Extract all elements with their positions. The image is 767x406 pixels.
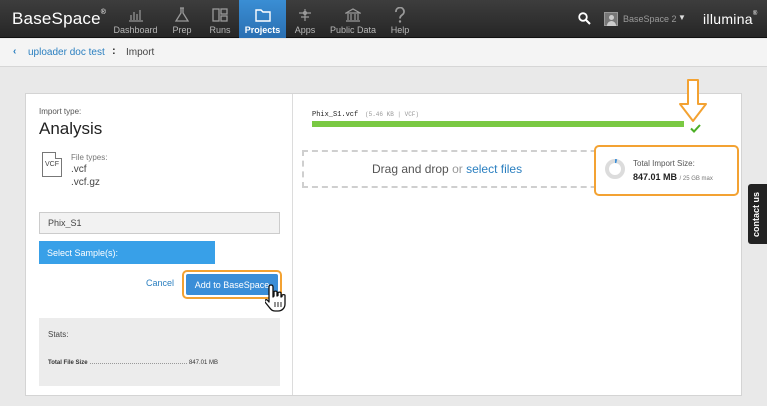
illumina-logo: illumina® <box>703 11 758 27</box>
uploaded-file-name: Phix_S1.vcf <box>312 111 359 119</box>
main-nav: Dashboard Prep Runs Projects Apps Public… <box>108 0 418 38</box>
import-form: Import type: Analysis VCF File types: .v… <box>26 94 293 395</box>
file-type-vcf-gz: .vcf.gz <box>71 177 100 188</box>
import-size-box: Total Import Size: 847.01 MB / 25 GB max <box>594 145 739 196</box>
import-type-label: Import type: <box>39 107 82 116</box>
stats-box: Stats: Total File Size 847.01 MB <box>39 318 280 386</box>
total-file-size-label: Total File Size <box>48 360 88 366</box>
import-panel: Import type: Analysis VCF File types: .v… <box>25 79 742 396</box>
nav-public-data[interactable]: Public Data <box>324 0 382 38</box>
help-icon <box>391 7 409 23</box>
dotted-leader <box>89 360 187 364</box>
drop-zone-text: Drag and drop or select files <box>372 162 523 176</box>
check-icon <box>690 120 701 138</box>
cancel-button[interactable]: Cancel <box>146 278 174 288</box>
uploaded-file-meta: (5.46 KB | VCF) <box>365 111 420 118</box>
import-size-value: 847.01 MB <box>633 172 678 182</box>
back-chevron-icon[interactable]: ‹ <box>13 46 16 57</box>
breadcrumb-separator: : <box>112 45 116 57</box>
contact-us-tab[interactable]: contact us <box>748 184 767 244</box>
upload-progress-fill <box>312 121 684 127</box>
runs-icon <box>211 7 229 23</box>
building-icon <box>344 7 362 23</box>
vcf-file-icon: VCF <box>42 152 62 177</box>
file-types-label: File types: <box>71 153 108 162</box>
upload-progress-bar <box>312 121 684 127</box>
import-usage-donut-icon <box>604 158 626 185</box>
nav-dashboard[interactable]: Dashboard <box>108 0 163 38</box>
top-nav-bar: BaseSpace® Dashboard Prep Runs Projects <box>0 0 767 38</box>
flask-icon <box>173 7 191 23</box>
import-size-label: Total Import Size: <box>633 159 695 168</box>
nav-projects[interactable]: Projects <box>239 0 286 38</box>
breadcrumb-project-link[interactable]: uploader doc test <box>28 47 105 58</box>
nav-help[interactable]: Help <box>382 0 418 38</box>
select-samples-dropdown[interactable]: Select Sample(s): <box>39 241 215 264</box>
nav-apps[interactable]: Apps <box>286 0 324 38</box>
hand-cursor-icon <box>264 283 287 318</box>
sample-name-input[interactable] <box>39 212 280 234</box>
stats-label: Stats: <box>48 330 69 339</box>
file-type-vcf: .vcf <box>71 164 87 175</box>
import-type-value: Analysis <box>39 119 103 138</box>
total-file-size-value: 847.01 MB <box>188 360 218 366</box>
breadcrumb: ‹ uploader doc test : Import <box>0 39 767 67</box>
nav-prep[interactable]: Prep <box>163 0 201 38</box>
avatar[interactable] <box>604 12 618 26</box>
select-files-link[interactable]: select files <box>466 162 522 176</box>
total-file-size-row: Total File Size 847.01 MB <box>48 360 218 366</box>
folder-icon <box>254 7 272 23</box>
import-size-max: / 25 GB max <box>679 176 713 182</box>
breadcrumb-current: Import <box>126 47 155 58</box>
nav-runs[interactable]: Runs <box>201 0 239 38</box>
search-icon[interactable] <box>578 12 591 30</box>
dashboard-icon <box>127 7 145 23</box>
chevron-down-icon[interactable]: ▼ <box>678 13 686 22</box>
user-name[interactable]: BaseSpace 2 <box>623 14 677 24</box>
apps-icon <box>296 7 314 23</box>
import-size-value-row: 847.01 MB / 25 GB max <box>633 172 713 182</box>
basespace-logo[interactable]: BaseSpace® <box>12 9 106 29</box>
